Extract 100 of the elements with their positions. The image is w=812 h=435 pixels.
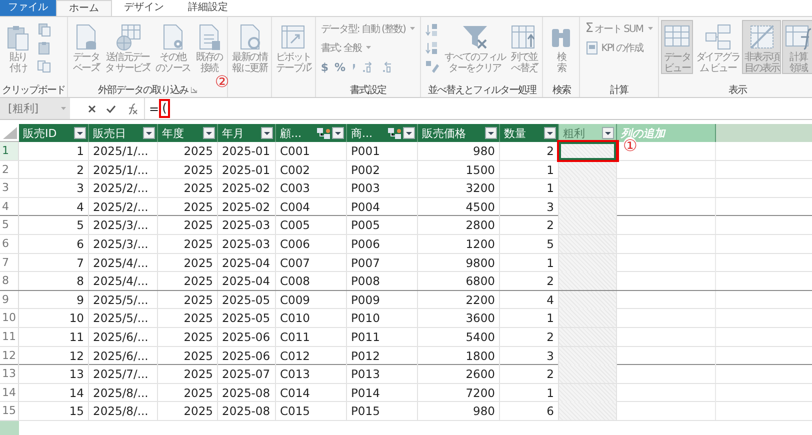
table-fx-icon <box>784 23 812 51</box>
column-header[interactable]: 販売価格 <box>418 124 500 142</box>
table-cell: 5400 <box>418 328 500 346</box>
table-cell: 15 <box>19 402 89 420</box>
row-number[interactable]: 15 <box>0 402 19 420</box>
table-cell: C006 <box>276 234 347 253</box>
table-cell: 6 <box>19 234 89 253</box>
table-cell: C011 <box>276 328 347 346</box>
table-cell: C004 <box>276 198 347 216</box>
row-number[interactable]: 2 <box>0 160 19 179</box>
ribbon-button[interactable]: 列で並 べ替え <box>508 20 540 74</box>
ribbon-button[interactable]: ピボット テーブル <box>274 20 313 74</box>
ribbon-button[interactable]: 検 索 <box>545 20 578 74</box>
table-cell: 2025/8/... <box>89 384 158 402</box>
column-header[interactable]: 商... <box>347 124 418 142</box>
ribbon-command[interactable]: KPI の作成 <box>585 41 653 55</box>
table-cell: 2025/3/... <box>89 216 158 234</box>
ribbon-dropdown[interactable]: データ型: 自動 (整数) <box>320 22 416 36</box>
ribbon-tab[interactable]: ホーム <box>56 0 112 16</box>
table-cell: 2025/4/... <box>89 254 158 272</box>
ribbon-button[interactable]: 計算 領域 <box>782 20 812 74</box>
table-cell: 2025 <box>158 179 218 198</box>
caret-icon <box>61 106 66 110</box>
table-cell: 2025 <box>158 384 218 402</box>
table-cell: 1 <box>19 142 89 160</box>
table-cell: 980 <box>418 142 500 160</box>
file-tab[interactable]: ファイル <box>0 0 56 16</box>
globe-table-icon <box>114 23 142 51</box>
table-cell: 2025 <box>158 198 218 216</box>
diagram-icon <box>704 23 732 51</box>
table-cell: 3600 <box>418 309 500 328</box>
table-cell: 2025 <box>158 254 218 272</box>
ribbon-button[interactable]: データ ベース <box>70 20 102 74</box>
filter-dropdown-icon <box>403 127 415 139</box>
row-number[interactable]: 14 <box>0 384 19 402</box>
group-label: 並べ替えとフィルター処理 <box>428 84 536 96</box>
table-cell: P002 <box>347 160 418 179</box>
ribbon-button[interactable]: データ ビュー <box>660 20 693 74</box>
filter-dropdown-icon <box>74 127 86 139</box>
column-header[interactable]: 販売日 <box>89 124 158 142</box>
table-cell: 2025/2/... <box>89 198 158 216</box>
ribbon-tab[interactable]: 詳細設定 <box>176 0 240 16</box>
column-header[interactable]: 年月 <box>218 124 276 142</box>
pivot-table-icon <box>279 23 308 51</box>
row-number[interactable]: 3 <box>0 179 19 198</box>
ribbon-command[interactable]: Σオート SUM <box>585 22 653 36</box>
ribbon-button[interactable]: すべてのフィル ターをクリア <box>442 20 508 74</box>
ribbon-tab[interactable]: デザイン <box>112 0 176 16</box>
table-cell: 2025 <box>158 402 218 420</box>
format-button[interactable]: % <box>334 60 346 74</box>
table-cell: 980 <box>418 402 500 420</box>
format-button[interactable]: $ <box>320 60 328 74</box>
filter-dropdown-icon <box>602 127 614 139</box>
ribbon-button[interactable]: ダイアグラ ム ビュー <box>694 20 742 74</box>
table-cell: 2025-07 <box>218 365 276 384</box>
row-number[interactable]: 4 <box>0 198 19 216</box>
ribbon-dropdown[interactable]: 書式: 全般 <box>320 41 416 55</box>
table-cell: 14 <box>19 384 89 402</box>
row-number[interactable]: 9 <box>0 290 19 309</box>
row-number[interactable]: 8 <box>0 272 19 290</box>
formula-field[interactable]: = ( <box>145 98 812 119</box>
column-header[interactable]: 顧... <box>276 124 347 142</box>
table-cell: C002 <box>276 160 347 179</box>
ribbon-button[interactable]: 既存の 接続 <box>193 20 226 74</box>
table-cell: P012 <box>347 346 418 365</box>
row-number[interactable]: 10 <box>0 309 19 328</box>
table-cell: 2025 <box>158 272 218 290</box>
row-number[interactable]: 1 <box>0 142 19 160</box>
filter-dropdown-icon <box>332 127 344 139</box>
column-header[interactable]: 数量 <box>500 124 559 142</box>
table-cell: 2025-04 <box>218 272 276 290</box>
table-cell: P006 <box>347 234 418 253</box>
row-number[interactable]: 6 <box>0 234 19 253</box>
table-cell: 2025-06 <box>218 328 276 346</box>
table-cell: 2025/6/... <box>89 328 158 346</box>
table-cell: P001 <box>347 142 418 160</box>
table-cell: P013 <box>347 365 418 384</box>
table-cell: 2025/4/... <box>89 272 158 290</box>
row-number[interactable]: 11 <box>0 328 19 346</box>
ribbon-button[interactable]: 非表示項 目の表示 <box>742 20 782 74</box>
table-cell: 2025/3/... <box>89 234 158 253</box>
column-header[interactable]: 年度 <box>158 124 218 142</box>
table-cell: 2025 <box>158 160 218 179</box>
row-number[interactable]: 7 <box>0 254 19 272</box>
table-cell: 2025-01 <box>218 142 276 160</box>
row-number[interactable]: 13 <box>0 365 19 384</box>
column-header[interactable]: 販売ID <box>19 124 89 142</box>
ribbon-button[interactable]: 貼り 付け <box>2 20 34 74</box>
row-number[interactable]: 5 <box>0 216 19 234</box>
table-cell: 2025 <box>158 309 218 328</box>
table-cell: C009 <box>276 290 347 309</box>
group-label: 表示 <box>728 84 747 96</box>
new-row-marker <box>0 420 19 435</box>
table-cell: 13 <box>19 365 89 384</box>
table-cell: 3 <box>19 179 89 198</box>
name-box[interactable]: [粗利] <box>0 98 70 119</box>
table-cell: 7 <box>19 254 89 272</box>
ribbon-button[interactable]: その他 のソース <box>153 20 192 74</box>
table-cell: 2025/1/... <box>89 142 158 160</box>
row-number[interactable]: 12 <box>0 346 19 365</box>
